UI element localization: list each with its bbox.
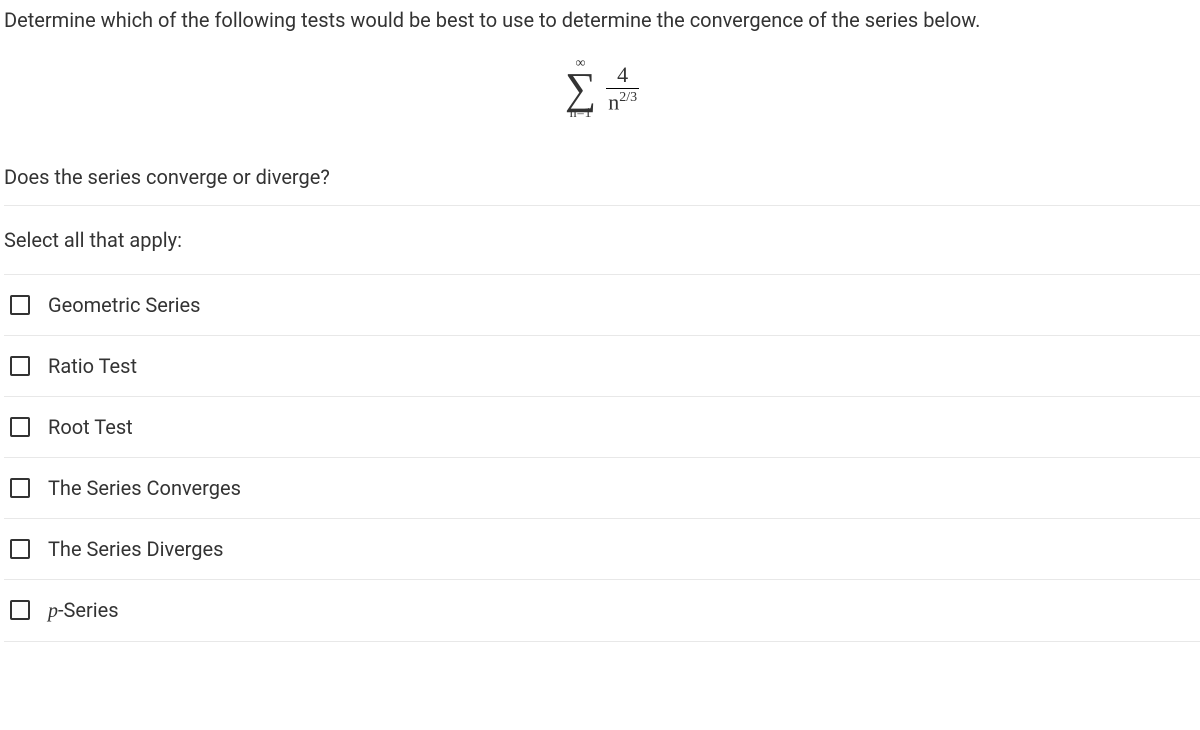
option-geometric-series[interactable]: Geometric Series [4, 274, 1200, 335]
checkbox-icon[interactable] [10, 417, 30, 437]
option-root-test[interactable]: Root Test [4, 396, 1200, 457]
fraction: 4 n2/3 [606, 64, 639, 113]
option-label: p-Series [48, 598, 119, 623]
option-label: The Series Diverges [48, 537, 223, 561]
checkbox-icon[interactable] [10, 539, 30, 559]
option-ratio-test[interactable]: Ratio Test [4, 335, 1200, 396]
sub-question: Does the series converge or diverge? [4, 149, 1200, 206]
select-instruction: Select all that apply: [4, 206, 1200, 274]
sigma-symbol: ∑ [565, 69, 596, 109]
option-label: Ratio Test [48, 354, 137, 378]
option-series-converges[interactable]: The Series Converges [4, 457, 1200, 518]
option-label: Root Test [48, 415, 133, 439]
fraction-numerator: 4 [611, 64, 634, 88]
checkbox-icon[interactable] [10, 295, 30, 315]
option-p-series[interactable]: p-Series [4, 579, 1200, 642]
series-formula: ∞ ∑ n=1 4 n2/3 [4, 50, 1200, 121]
sigma-lower-bound: n=1 [570, 107, 592, 121]
checkbox-icon[interactable] [10, 600, 30, 620]
fraction-denominator: n2/3 [606, 89, 639, 113]
option-label: The Series Converges [48, 476, 241, 500]
option-series-diverges[interactable]: The Series Diverges [4, 518, 1200, 579]
options-list: Geometric Series Ratio Test Root Test Th… [4, 274, 1200, 642]
checkbox-icon[interactable] [10, 478, 30, 498]
option-label: Geometric Series [48, 293, 200, 317]
checkbox-icon[interactable] [10, 356, 30, 376]
question-prompt: Determine which of the following tests w… [4, 8, 1200, 32]
